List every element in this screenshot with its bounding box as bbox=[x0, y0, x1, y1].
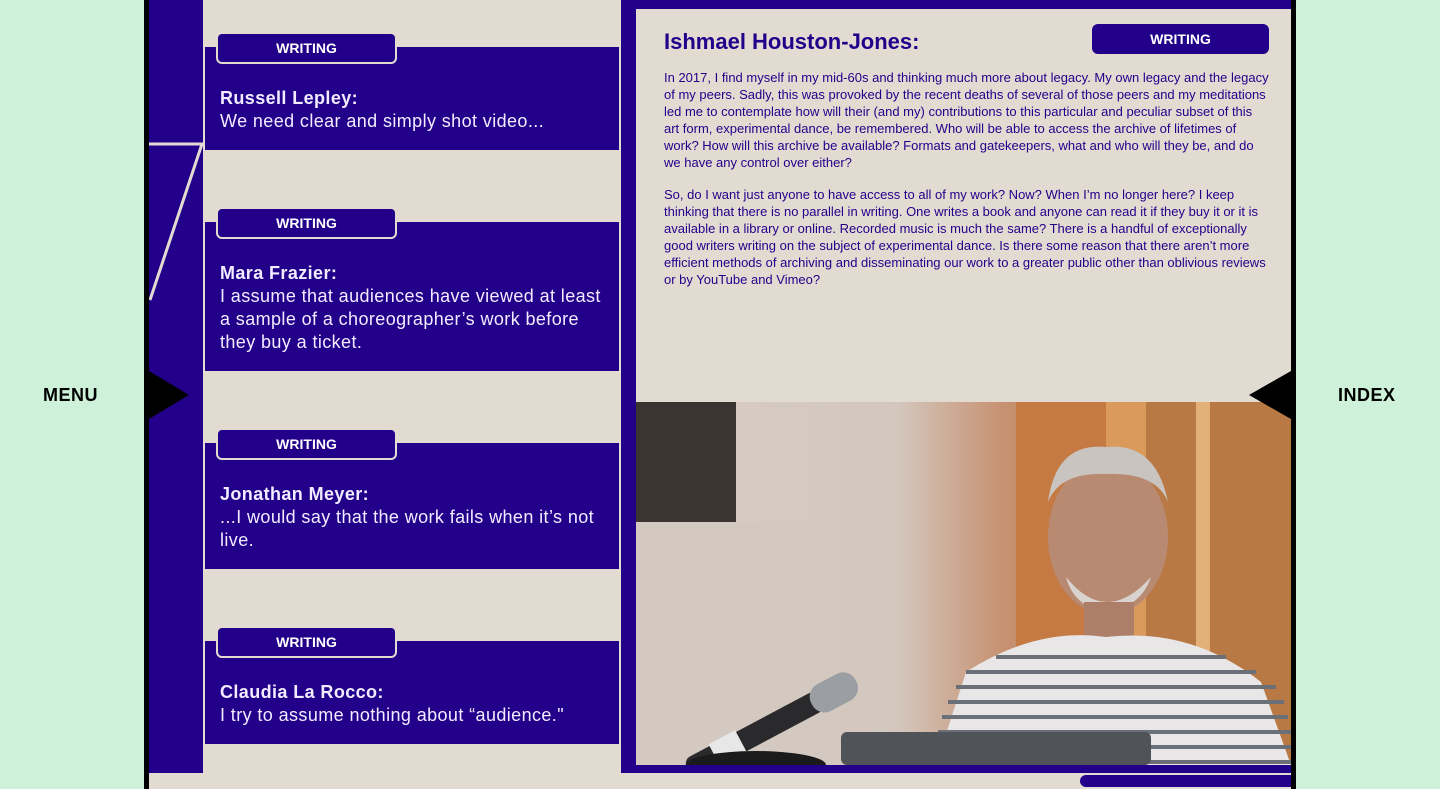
article-writing-tag[interactable]: WRITING bbox=[1092, 24, 1269, 54]
card-body[interactable]: Jonathan Meyer: ...I would say that the … bbox=[205, 443, 619, 569]
stripe-slash-graphic bbox=[149, 142, 203, 301]
writing-tag[interactable]: WRITING bbox=[216, 626, 397, 658]
card-body[interactable]: Mara Frazier: I assume that audiences ha… bbox=[205, 222, 619, 371]
quote-text: We need clear and simply shot video... bbox=[220, 111, 545, 131]
index-link[interactable]: INDEX bbox=[1338, 385, 1396, 406]
content-frame: WRITING Russell Lepley: We need clear an… bbox=[144, 0, 1296, 789]
quote-text: I try to assume nothing about “audience.… bbox=[220, 705, 564, 725]
author-name: Jonathan Meyer: bbox=[220, 484, 370, 504]
author-name: Mara Frazier: bbox=[220, 263, 338, 283]
quote-text: ...I would say that the work fails when … bbox=[220, 507, 595, 550]
scroll-indicator[interactable] bbox=[1080, 775, 1291, 787]
author-name: Russell Lepley: bbox=[220, 88, 359, 108]
article-panel: Ishmael Houston-Jones: WRITING In 2017, … bbox=[621, 0, 1291, 773]
article-paragraph: So, do I want just anyone to have access… bbox=[664, 187, 1266, 287]
speaker-photo bbox=[636, 402, 1291, 765]
writing-tag[interactable]: WRITING bbox=[216, 207, 397, 239]
menu-arrow-icon[interactable] bbox=[149, 371, 189, 419]
article-text-area: Ishmael Houston-Jones: WRITING In 2017, … bbox=[636, 9, 1291, 402]
author-name: Claudia La Rocco: bbox=[220, 682, 384, 702]
index-arrow-icon[interactable] bbox=[1249, 371, 1291, 419]
speaker-photo-illustration bbox=[636, 402, 1291, 765]
menu-link[interactable]: MENU bbox=[43, 385, 98, 406]
writing-tag[interactable]: WRITING bbox=[216, 428, 397, 460]
writing-tag[interactable]: WRITING bbox=[216, 32, 397, 64]
article-paragraph: In 2017, I find myself in my mid-60s and… bbox=[664, 70, 1269, 170]
quote-text: I assume that audiences have viewed at l… bbox=[220, 286, 601, 352]
